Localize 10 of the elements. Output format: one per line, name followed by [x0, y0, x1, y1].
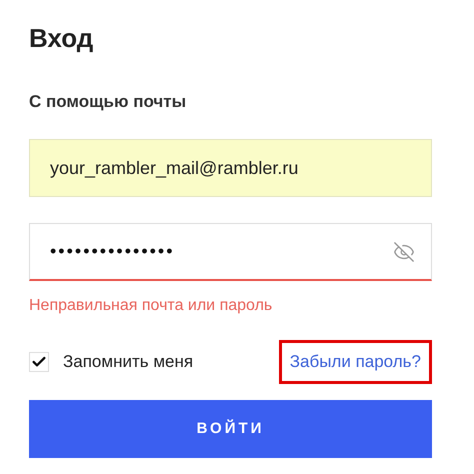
- page-title: Вход: [29, 22, 94, 54]
- forgot-password-link[interactable]: Забыли пароль?: [278, 340, 432, 384]
- remember-checkbox[interactable]: [29, 352, 49, 372]
- section-subtitle: С помощью почты: [29, 91, 186, 113]
- error-message: Неправильная почта или пароль: [29, 296, 272, 316]
- remember-label: Запомнить меня: [63, 351, 194, 374]
- hide-password-icon[interactable]: [393, 240, 415, 262]
- login-button[interactable]: ВОЙТИ: [29, 400, 432, 458]
- password-field[interactable]: •••••••••••••••: [29, 223, 432, 281]
- email-field[interactable]: your_rambler_mail@rambler.ru: [29, 139, 432, 197]
